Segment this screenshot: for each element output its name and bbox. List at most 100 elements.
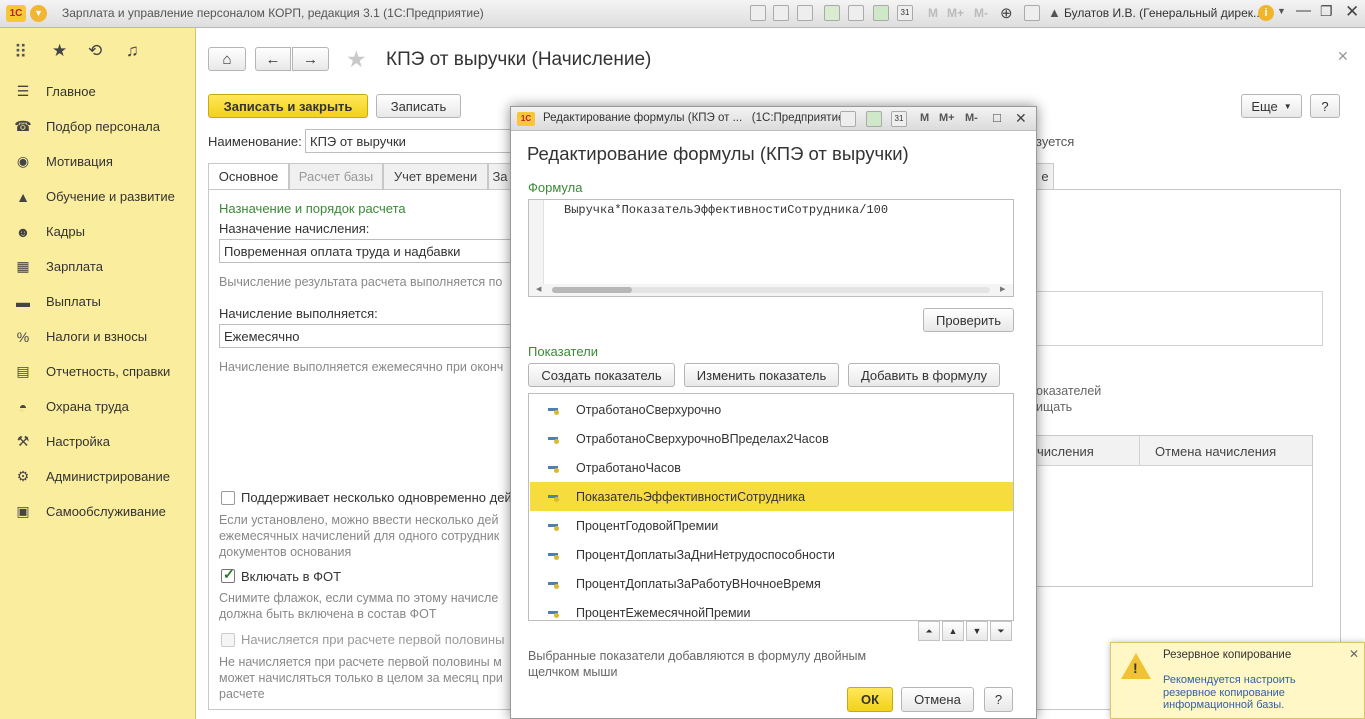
notification-link[interactable]: Рекомендуется настроить резервное копиро… bbox=[1163, 674, 1296, 712]
formula-hscrollbar[interactable]: ◀ ▶ bbox=[529, 284, 1013, 296]
spreadsheet-icon[interactable] bbox=[873, 5, 889, 21]
help-button[interactable]: ? bbox=[1310, 94, 1340, 118]
tab-partial-right[interactable]: е bbox=[1036, 163, 1054, 190]
back-button[interactable]: ← bbox=[255, 47, 291, 71]
formula-editor[interactable]: Выручка*ПоказательЭффективностиСотрудник… bbox=[528, 199, 1014, 297]
sidebar-item[interactable]: ▲ Обучение и развитие bbox=[0, 179, 196, 214]
sidebar-item[interactable]: ☰ Главное bbox=[0, 74, 196, 109]
sidebar-item[interactable]: ☎ Подбор персонала bbox=[0, 109, 196, 144]
sidebar-item[interactable]: ⚙ Администрирование bbox=[0, 459, 196, 494]
right-table-header-2[interactable]: Отмена начисления bbox=[1155, 444, 1276, 459]
memory-mminus-button[interactable]: M- bbox=[974, 6, 988, 20]
history-icon[interactable]: ⟲ bbox=[88, 41, 102, 61]
upload-icon[interactable] bbox=[824, 5, 840, 21]
sidebar-item[interactable]: ◉ Мотивация bbox=[0, 144, 196, 179]
indicator-row[interactable]: ПроцентДоплатыЗаДниНетрудоспособности bbox=[530, 540, 1013, 569]
move-up-button[interactable]: ▲ bbox=[942, 621, 964, 641]
info-dropdown-icon[interactable]: ▼ bbox=[1277, 6, 1286, 16]
notification-close-icon[interactable]: ✕ bbox=[1349, 647, 1359, 661]
sidebar-item[interactable]: ▤ Отчетность, справки bbox=[0, 354, 196, 389]
app-logo-icon[interactable]: 1С bbox=[6, 5, 26, 22]
add-to-formula-button[interactable]: Добавить в формулу bbox=[848, 363, 1000, 387]
edit-indicator-button[interactable]: Изменить показатель bbox=[684, 363, 839, 387]
dialog-memory-m[interactable]: M bbox=[920, 112, 929, 124]
sidebar-item[interactable]: ☻ Кадры bbox=[0, 214, 196, 249]
panel-icon[interactable] bbox=[1024, 5, 1040, 21]
dialog-close-icon[interactable]: ✕ bbox=[1015, 110, 1027, 127]
minimize-icon[interactable]: — bbox=[1296, 2, 1311, 19]
memory-mplus-button[interactable]: M+ bbox=[947, 6, 964, 20]
preview-icon[interactable] bbox=[797, 5, 813, 21]
dialog-memory-mminus[interactable]: M- bbox=[965, 112, 978, 124]
tab-partial[interactable]: За bbox=[488, 163, 512, 190]
apps-grid-icon[interactable]: ⠿ bbox=[14, 42, 27, 63]
print-icon[interactable] bbox=[773, 5, 789, 21]
scroll-thumb[interactable] bbox=[552, 287, 632, 293]
move-down-button[interactable]: ▼ bbox=[966, 621, 988, 641]
app-titlebar: 1С ▼ Зарплата и управление персоналом КО… bbox=[0, 0, 1365, 28]
tab-calc-base[interactable]: Расчет базы bbox=[289, 163, 383, 190]
check-button[interactable]: Проверить bbox=[923, 308, 1014, 332]
memory-m-button[interactable]: M bbox=[928, 6, 938, 20]
calendar-icon[interactable]: 31 bbox=[897, 5, 913, 21]
dialog-memory-mplus[interactable]: M+ bbox=[939, 112, 955, 124]
dialog-spreadsheet-icon[interactable] bbox=[866, 111, 882, 127]
sidebar-item[interactable]: ▬ Выплаты bbox=[0, 284, 196, 319]
save-and-close-button[interactable]: Записать и закрыть bbox=[208, 94, 368, 118]
save-icon[interactable] bbox=[750, 5, 766, 21]
zoom-icon[interactable]: ⊕ bbox=[1000, 4, 1013, 22]
fot-checkbox[interactable]: ✓ bbox=[221, 566, 235, 583]
indicator-row[interactable]: ОтработаноЧасов bbox=[530, 453, 1013, 482]
info-icon[interactable]: i bbox=[1258, 5, 1274, 21]
indicator-row[interactable]: ПоказательЭффективностиСотрудника bbox=[530, 482, 1013, 511]
backup-notification[interactable]: ! Резервное копирование ✕ Рекомендуется … bbox=[1110, 642, 1365, 719]
sidebar-item[interactable]: ▦ Зарплата bbox=[0, 249, 196, 284]
ok-button[interactable]: ОК bbox=[847, 687, 893, 712]
indicator-row[interactable]: ОтработаноСверхурочноВПределах2Часов bbox=[530, 424, 1013, 453]
forward-button[interactable]: → bbox=[292, 47, 329, 71]
save-button[interactable]: Записать bbox=[376, 94, 461, 118]
purpose-select[interactable]: Повременная оплата труда и надбавки bbox=[219, 239, 514, 263]
formula-text[interactable]: Выручка*ПоказательЭффективностиСотрудник… bbox=[564, 203, 888, 217]
close-form-icon[interactable]: ✕ bbox=[1337, 48, 1349, 65]
more-button[interactable]: Еще ▼ bbox=[1241, 94, 1302, 118]
close-window-icon[interactable]: ✕ bbox=[1345, 2, 1359, 22]
restore-icon[interactable]: ❐ bbox=[1320, 3, 1333, 20]
favorite-star-icon[interactable]: ★ bbox=[346, 46, 367, 73]
move-top-button[interactable]: ⏶ bbox=[918, 621, 940, 641]
indicator-row[interactable]: ПроцентЕжемесячнойПремии bbox=[530, 598, 1013, 620]
mail-icon[interactable] bbox=[848, 5, 864, 21]
move-bottom-button[interactable]: ⏷ bbox=[990, 621, 1012, 641]
indicator-row[interactable]: ОтработаноСверхурочно bbox=[530, 395, 1013, 424]
sidebar-item[interactable]: % Налоги и взносы bbox=[0, 319, 196, 354]
gear-icon: ⚙ bbox=[16, 468, 30, 484]
right-table-header-1[interactable]: числения bbox=[1037, 444, 1094, 459]
dialog-calendar-icon[interactable]: 31 bbox=[891, 111, 907, 127]
indicators-list[interactable]: ОтработаноСверхурочно ОтработаноСверхуроч… bbox=[528, 393, 1014, 621]
indicator-row[interactable]: ПроцентГодовойПремии bbox=[530, 511, 1013, 540]
scroll-left-icon[interactable]: ◀ bbox=[536, 285, 541, 293]
sidebar-item[interactable]: ⚒ Настройка bbox=[0, 424, 196, 459]
user-name[interactable]: Булатов И.В. (Генеральный дирек... bbox=[1064, 6, 1263, 20]
create-indicator-button[interactable]: Создать показатель bbox=[528, 363, 675, 387]
favorites-star-icon[interactable]: ★ bbox=[52, 41, 67, 61]
sidebar-item[interactable]: ▣ Самообслуживание bbox=[0, 494, 196, 529]
indicator-row[interactable]: ПроцентДоплатыЗаРаботуВНочноеВремя bbox=[530, 569, 1013, 598]
dialog-help-button[interactable]: ? bbox=[984, 687, 1013, 712]
cancel-button[interactable]: Отмена bbox=[901, 687, 974, 712]
dialog-maximize-icon[interactable]: □ bbox=[993, 110, 1001, 125]
multi-checkbox[interactable] bbox=[221, 491, 235, 505]
first-half-checkbox[interactable] bbox=[221, 633, 235, 647]
tab-time-accounting[interactable]: Учет времени bbox=[383, 163, 488, 190]
performed-select[interactable]: Ежемесячно bbox=[219, 324, 514, 348]
dialog-print-icon[interactable] bbox=[840, 111, 856, 127]
window-title: Зарплата и управление персоналом КОРП, р… bbox=[62, 6, 484, 20]
home-button[interactable]: ⌂ bbox=[208, 47, 246, 71]
sidebar-item[interactable]: ◓ Охрана труда bbox=[0, 389, 196, 424]
notifications-bell-icon[interactable]: ♫ bbox=[126, 41, 139, 61]
name-field[interactable]: КПЭ от выручки bbox=[305, 129, 515, 153]
scroll-right-icon[interactable]: ▶ bbox=[1000, 285, 1005, 293]
main-menu-icon[interactable]: ▼ bbox=[30, 5, 47, 22]
tab-main[interactable]: Основное bbox=[208, 163, 289, 190]
right-text-area[interactable] bbox=[1036, 291, 1323, 346]
